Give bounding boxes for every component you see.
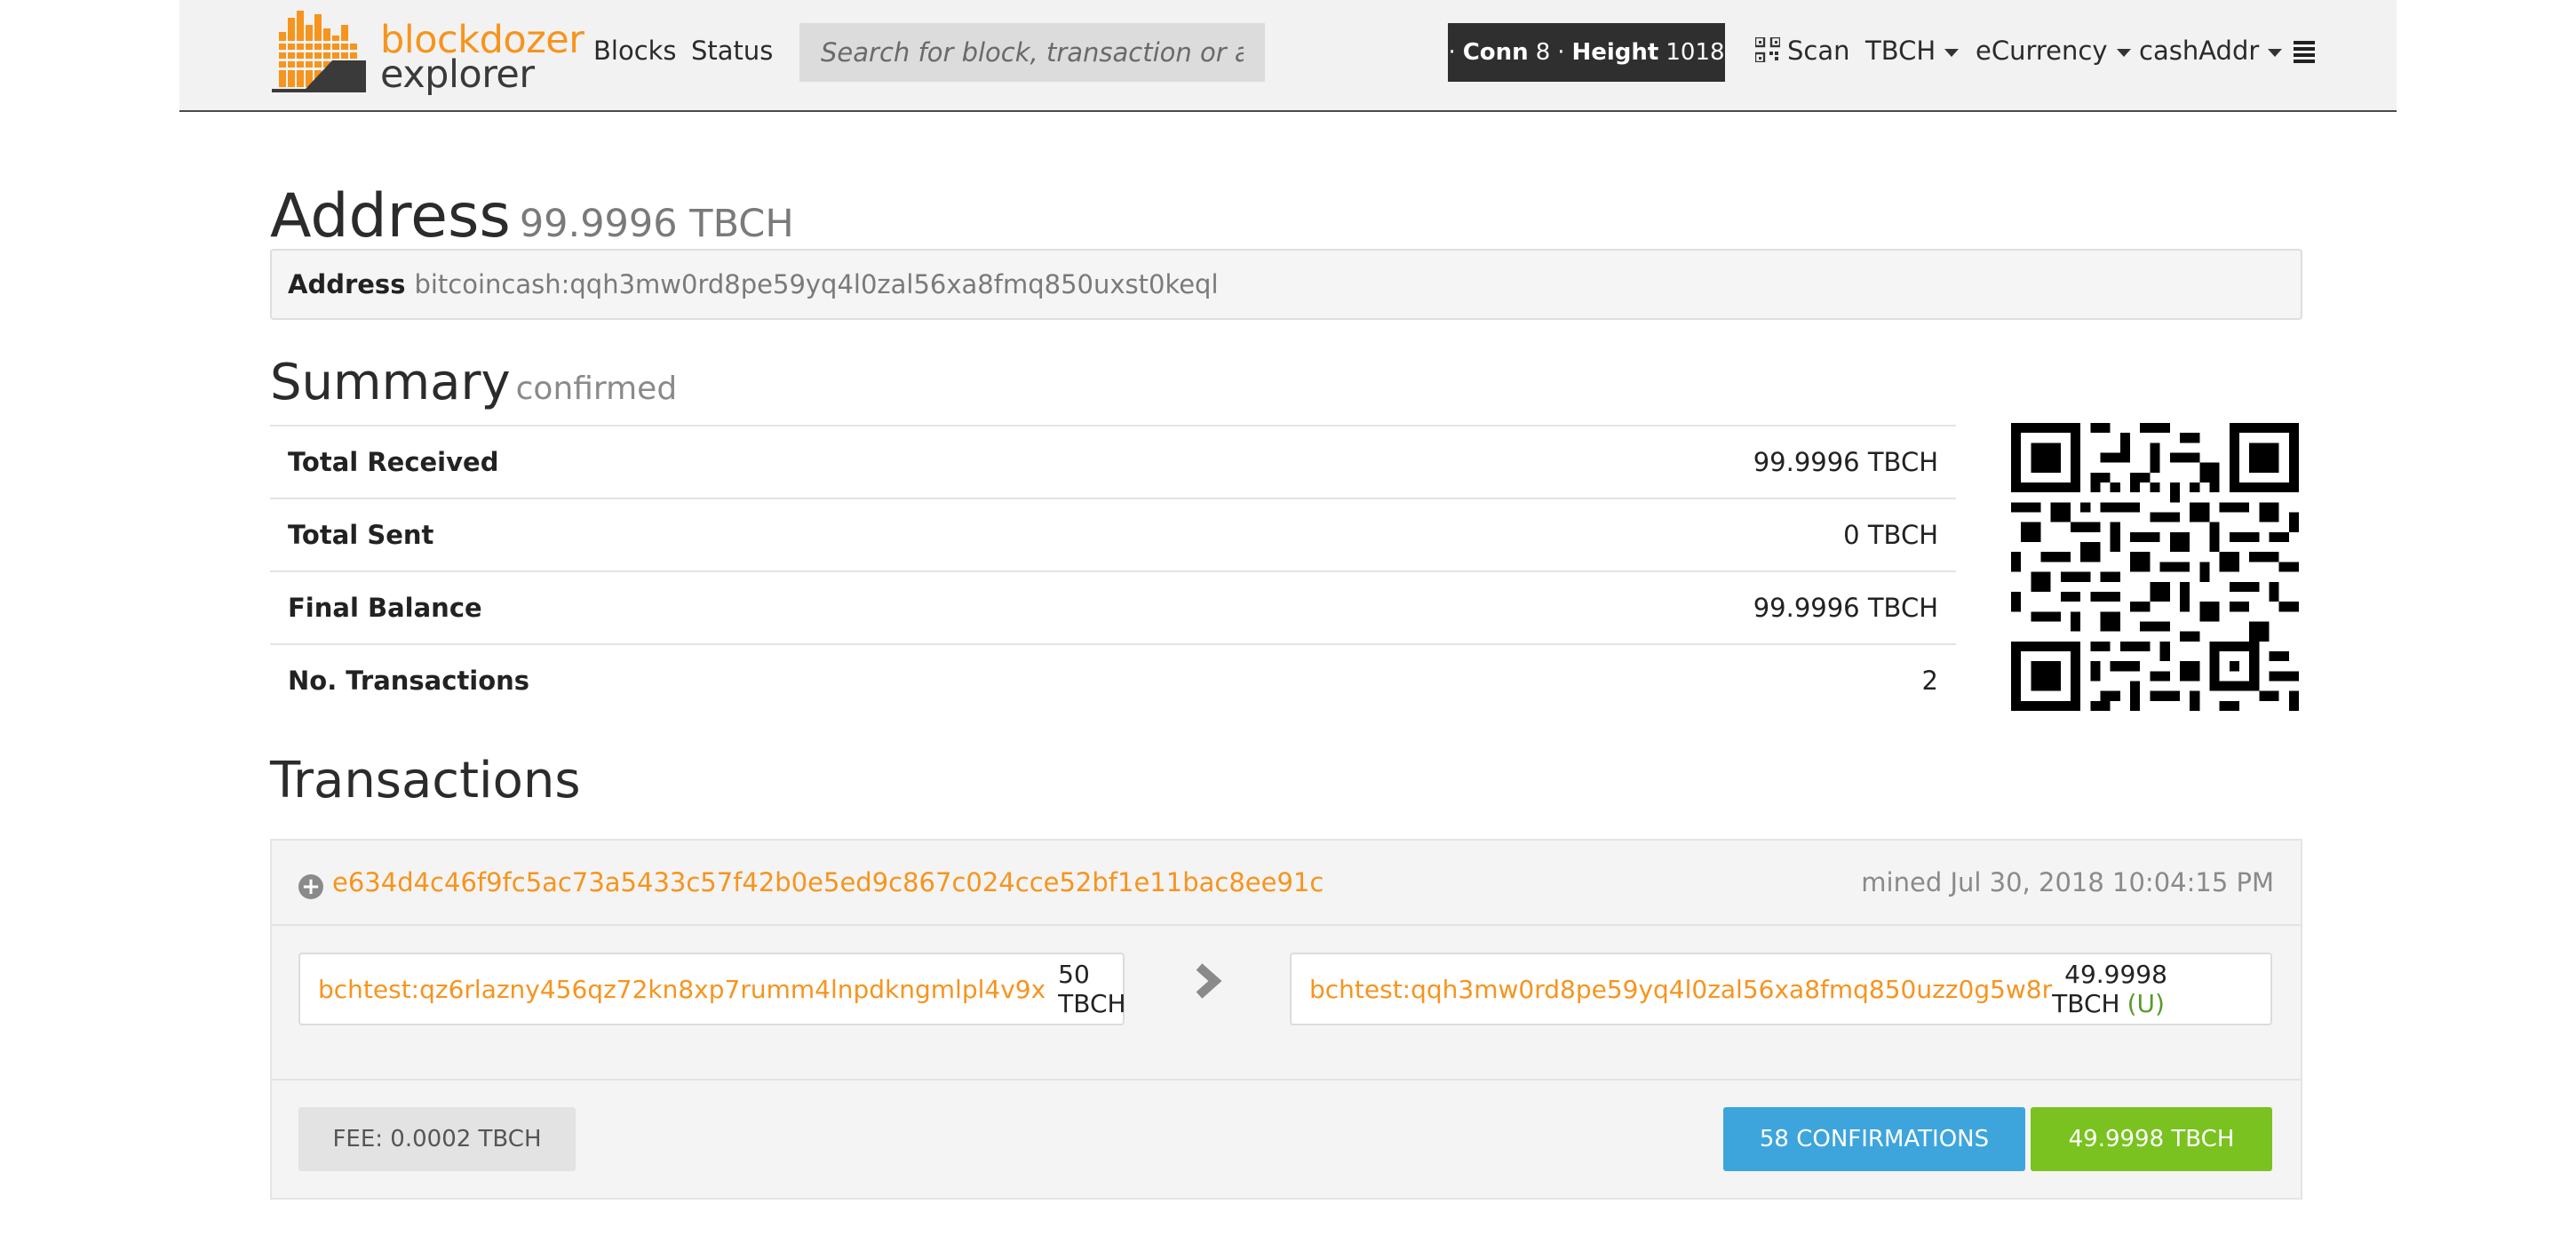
summary-value: 2: [1921, 666, 1938, 696]
summary-label: Final Balance: [288, 593, 482, 623]
transactions-title: Transactions: [270, 752, 581, 809]
summary-label: Total Sent: [288, 520, 434, 550]
address-format-label: cashAddr: [2139, 36, 2260, 66]
transaction-header: + e634d4c46f9fc5ac73a5433c57f42b0e5ed9c8…: [272, 841, 2301, 926]
page-title-label: Address: [270, 181, 511, 251]
summary-value: 0 TBCH: [1843, 520, 1938, 550]
transaction-output: bchtest:qqh3mw0rd8pe59yq4l0zal56xa8fmq85…: [1290, 953, 2272, 1025]
conn-value: 8: [1535, 39, 1551, 66]
address-qr-code: [2011, 423, 2299, 711]
summary-table: Total Received 99.9996 TBCH Total Sent 0…: [270, 425, 1956, 716]
summary-value: 99.9996 TBCH: [1753, 593, 1938, 623]
summary-label: Total Received: [288, 447, 499, 477]
unspent-flag: (U): [2127, 989, 2165, 1018]
address-label: Address: [288, 269, 406, 299]
input-amount: 50 TBCH: [1058, 960, 1126, 1018]
summary-title-label: Summary: [270, 354, 511, 411]
height-value: 1018: [1666, 39, 1725, 66]
summary-row: Total Sent 0 TBCH: [270, 498, 1956, 570]
summary-row: Final Balance 99.9996 TBCH: [270, 570, 1956, 643]
logo-icon: [272, 11, 366, 92]
height-label: Height: [1571, 39, 1659, 66]
transaction-card: + e634d4c46f9fc5ac73a5433c57f42b0e5ed9c8…: [270, 839, 2302, 1200]
summary-title: Summary confirmed: [270, 354, 677, 411]
scan-button[interactable]: Scan: [1787, 36, 1850, 66]
menu-icon[interactable]: [2294, 41, 2315, 64]
address-box: Address bitcoincash:qqh3mw0rd8pe59yq4l0z…: [270, 249, 2302, 320]
summary-row: Total Received 99.9996 TBCH: [270, 425, 1956, 498]
expand-plus-icon[interactable]: +: [298, 874, 323, 899]
address-format-dropdown[interactable]: cashAddr: [2139, 36, 2283, 66]
summary-row: No. Transactions 2: [270, 643, 1956, 716]
currency-dropdown-label: TBCH: [1865, 36, 1936, 66]
confirmations-button[interactable]: 58 CONFIRMATIONS: [1723, 1107, 2025, 1171]
qr-scan-icon[interactable]: [1755, 37, 1780, 62]
ecurrency-dropdown-label: eCurrency: [1976, 36, 2108, 66]
nav-blocks[interactable]: Blocks: [593, 36, 677, 66]
chevron-down-icon: [2268, 48, 2283, 57]
total-amount-button[interactable]: 49.9998 TBCH: [2031, 1107, 2272, 1171]
chevron-down-icon: [1944, 48, 1960, 57]
summary-value: 99.9996 TBCH: [1753, 447, 1938, 477]
fee-badge: FEE: 0.0002 TBCH: [298, 1107, 576, 1171]
transaction-input: bchtest:qz6rlazny456qz72kn8xp7rumm4lnpdk…: [298, 953, 1126, 1025]
address-balance: 99.9996 TBCH: [519, 202, 794, 246]
page: blockdozer explorer Blocks Status · Conn…: [0, 0, 2576, 1244]
chevron-down-icon: [2116, 48, 2131, 57]
summary-subtitle: confirmed: [515, 371, 678, 407]
input-address-link[interactable]: bchtest:qz6rlazny456qz72kn8xp7rumm4lnpdk…: [318, 975, 1046, 1004]
address-value[interactable]: bitcoincash:qqh3mw0rd8pe59yq4l0zal56xa8f…: [414, 269, 1218, 299]
page-title: Address 99.9996 TBCH: [270, 181, 794, 251]
nav-status[interactable]: Status: [691, 36, 773, 66]
logo[interactable]: blockdozer explorer: [270, 7, 584, 96]
chevron-right-icon: [1196, 963, 1222, 999]
currency-dropdown[interactable]: TBCH: [1865, 36, 1960, 66]
search-input[interactable]: [799, 23, 1265, 82]
output-address-link[interactable]: bchtest:qqh3mw0rd8pe59yq4l0zal56xa8fmq85…: [1309, 975, 2052, 1004]
mined-timestamp: mined Jul 30, 2018 10:04:15 PM: [1861, 867, 2274, 897]
summary-label: No. Transactions: [288, 666, 530, 696]
transaction-footer: FEE: 0.0002 TBCH 58 CONFIRMATIONS 49.999…: [272, 1079, 2301, 1200]
conn-label: Conn: [1462, 39, 1529, 66]
transaction-id-link[interactable]: e634d4c46f9fc5ac73a5433c57f42b0e5ed9c867…: [332, 867, 1324, 897]
connection-status: · Conn 8 · Height 1018: [1448, 23, 1725, 82]
top-navbar: blockdozer explorer Blocks Status · Conn…: [179, 0, 2397, 112]
ecurrency-dropdown[interactable]: eCurrency: [1976, 36, 2131, 66]
